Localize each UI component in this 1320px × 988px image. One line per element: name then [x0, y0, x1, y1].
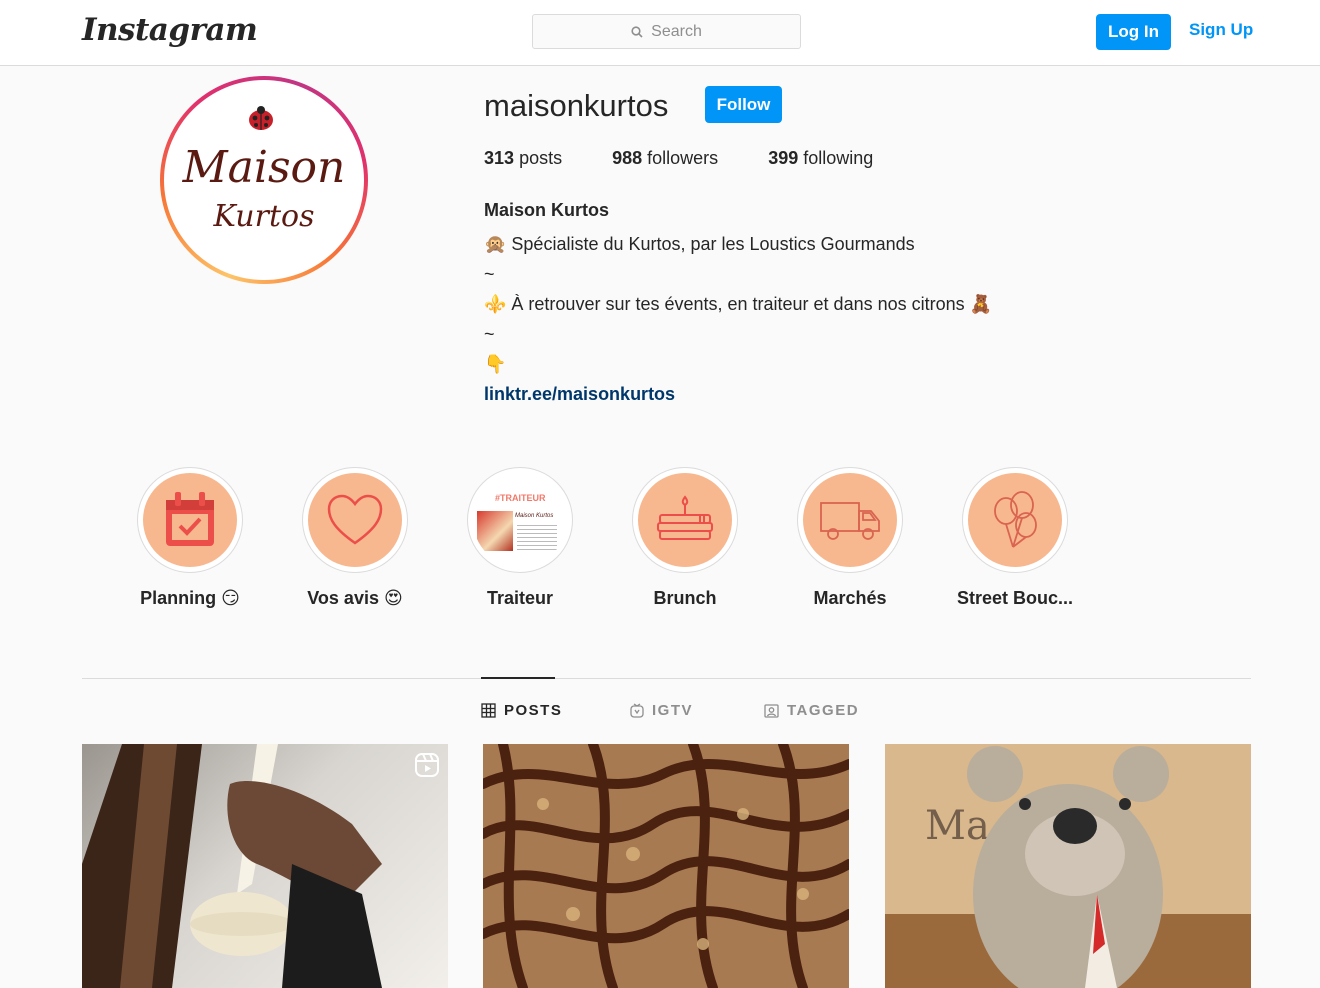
following-label: following — [803, 148, 874, 168]
tab-label: IGTV — [652, 702, 694, 719]
following-count: 399 — [768, 148, 799, 168]
igtv-icon — [630, 703, 644, 718]
highlight-marches[interactable]: Marchés — [797, 467, 903, 608]
highlight-traiteur[interactable]: #TRAITEUR Maison Kurtos Traiteur — [467, 467, 573, 608]
followers-count: 988 — [612, 148, 643, 168]
tagged-icon — [764, 704, 779, 718]
instagram-logo[interactable]: Instagram — [82, 12, 258, 48]
cake-icon — [657, 495, 713, 540]
posts-count: 313 — [484, 148, 515, 168]
search-icon — [631, 25, 643, 38]
tab-label: TAGGED — [787, 702, 860, 719]
search-input[interactable]: Search — [532, 14, 801, 49]
followers-stat[interactable]: 988 followers — [612, 148, 718, 169]
avatar-logo: Maison Kurtos — [164, 80, 364, 280]
truck-icon — [820, 502, 880, 540]
top-navigation-bar: Instagram Search Log In Sign Up — [0, 0, 1320, 66]
highlight-label: Vos avis 😍 — [307, 588, 403, 608]
profile-full-name: Maison Kurtos — [484, 200, 610, 220]
svg-text:Ma: Ma — [925, 803, 990, 849]
highlight-street-bouc[interactable]: Street Bouc... — [957, 467, 1073, 608]
calendar-check-icon — [166, 492, 214, 546]
traiteur-tag: #TRAITEUR — [495, 493, 546, 503]
post-image: Ma — [885, 744, 1251, 988]
posts-label: posts — [519, 148, 563, 168]
reel-icon — [415, 753, 439, 777]
highlight-label: Marchés — [813, 588, 887, 608]
grid-icon — [481, 703, 496, 718]
login-button[interactable]: Log In — [1096, 14, 1171, 50]
highlight-vos-avis[interactable]: Vos avis 😍 — [302, 467, 408, 608]
tabs-divider — [82, 678, 1251, 679]
highlight-label: Traiteur — [486, 588, 554, 608]
profile-bio: 🙊 Spécialiste du Kurtos, par les Loustic… — [484, 229, 992, 409]
post-thumbnail[interactable] — [82, 744, 448, 988]
highlight-label: Brunch — [653, 588, 717, 608]
post-thumbnail[interactable] — [483, 744, 849, 988]
traiteur-brand: Maison Kurtos — [515, 513, 554, 519]
highlight-brunch[interactable]: Brunch — [632, 467, 738, 608]
bio-line: 🙊 Spécialiste du Kurtos, par les Loustic… — [484, 234, 915, 254]
signup-link[interactable]: Sign Up — [1189, 20, 1253, 40]
profile-avatar[interactable]: Maison Kurtos — [160, 76, 368, 284]
active-tab-indicator — [481, 677, 555, 679]
avatar-text-kurtos: Kurtos — [213, 199, 315, 234]
tab-label: POSTS — [504, 702, 563, 719]
followers-label: followers — [647, 148, 719, 168]
post-image — [483, 744, 849, 988]
post-image — [82, 744, 382, 988]
ladybug-icon — [249, 106, 273, 130]
bio-line: ~ — [484, 264, 495, 284]
bio-line: ⚜️ À retrouver sur tes évents, en traite… — [484, 294, 993, 314]
traiteur-text-block — [517, 525, 557, 551]
search-placeholder: Search — [651, 22, 702, 40]
heart-icon — [327, 494, 383, 545]
bio-line: 👇 — [484, 354, 507, 374]
balloons-icon — [994, 491, 1037, 548]
bio-link[interactable]: linktr.ee/maisonkurtos — [484, 384, 675, 404]
posts-stat: 313 posts — [484, 148, 562, 169]
highlight-label: Planning 😏 — [140, 588, 240, 608]
tab-igtv[interactable]: IGTV — [630, 702, 693, 719]
profile-stats: 313 posts 988 followers 399 following — [484, 148, 923, 169]
highlight-planning[interactable]: Planning 😏 — [137, 467, 243, 608]
post-thumbnail[interactable]: Ma — [885, 744, 1251, 988]
tab-posts[interactable]: POSTS — [481, 702, 562, 719]
traiteur-photo — [477, 511, 513, 551]
highlight-label: Street Bouc... — [956, 588, 1074, 608]
bio-line: ~ — [484, 324, 495, 344]
profile-username: maisonkurtos — [484, 88, 669, 123]
follow-button[interactable]: Follow — [705, 86, 782, 123]
tab-tagged[interactable]: TAGGED — [764, 702, 859, 719]
avatar-text-maison: Maison — [182, 142, 346, 193]
following-stat[interactable]: 399 following — [768, 148, 873, 169]
